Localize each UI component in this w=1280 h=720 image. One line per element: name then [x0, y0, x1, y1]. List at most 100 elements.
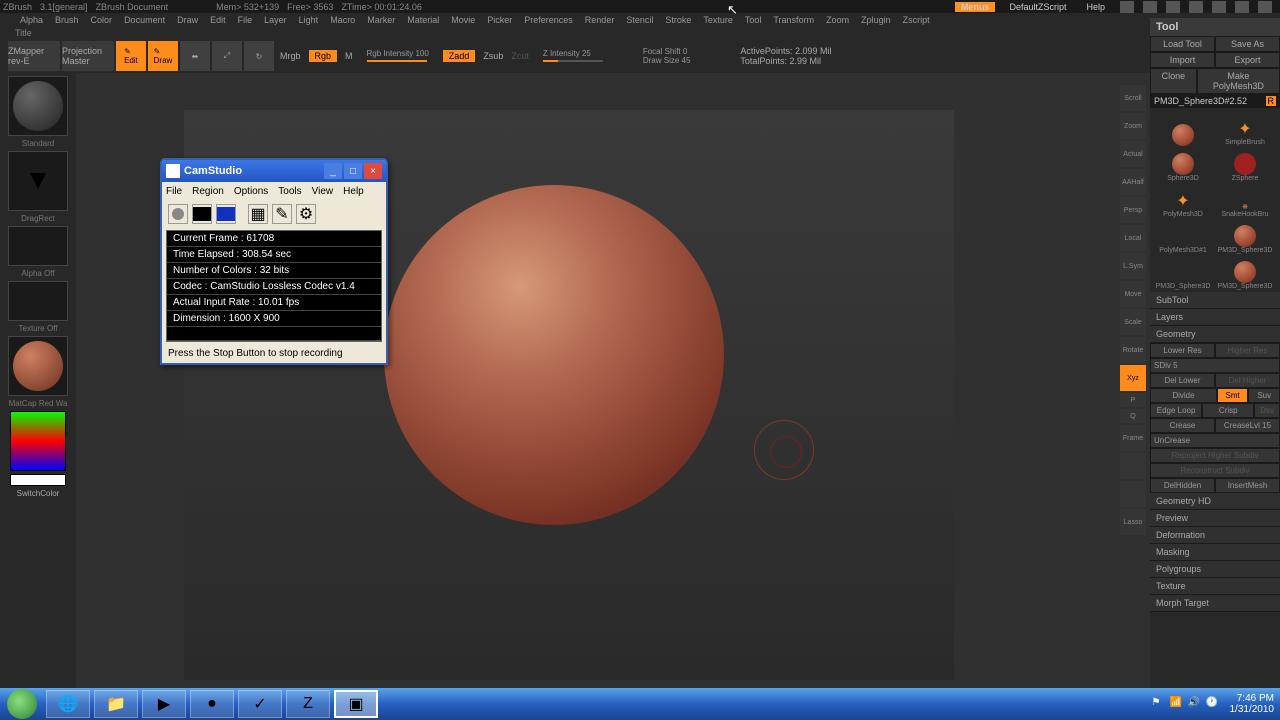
cs-annotation-button[interactable]: ✎ — [272, 204, 292, 224]
camstudio-window[interactable]: CamStudio _ □ × File Region Options Tool… — [160, 158, 388, 365]
task-explorer[interactable]: 📁 — [94, 690, 138, 718]
xyz-button[interactable]: Xyz — [1120, 365, 1146, 391]
cs-stop-button[interactable] — [216, 204, 236, 224]
edge-loop-button[interactable]: Edge Loop — [1150, 403, 1202, 418]
layers-section[interactable]: Layers — [1150, 309, 1280, 326]
masking-section[interactable]: Masking — [1150, 544, 1280, 561]
export-button[interactable]: Export — [1215, 52, 1280, 68]
menu-document[interactable]: Document — [124, 15, 165, 25]
cs-menu-view[interactable]: View — [312, 186, 334, 197]
menu-material[interactable]: Material — [407, 15, 439, 25]
rgb-intensity-slider[interactable] — [367, 60, 427, 62]
tool-polymesh3d[interactable]: ✦PolyMesh3D — [1152, 182, 1214, 218]
menu-movie[interactable]: Movie — [451, 15, 475, 25]
subtool-section[interactable]: SubTool — [1150, 292, 1280, 309]
rgb-intensity-label[interactable]: Rgb Intensity 100 — [367, 49, 429, 58]
texture-section[interactable]: Texture — [1150, 578, 1280, 595]
titlebar-icon-1[interactable] — [1120, 1, 1134, 13]
tool-polymesh3d-1[interactable]: PolyMesh3D#1 — [1152, 218, 1214, 254]
menu-picker[interactable]: Picker — [487, 15, 512, 25]
menu-edit[interactable]: Edit — [210, 15, 226, 25]
sdiv-slider[interactable]: SDiv 5 — [1150, 358, 1280, 373]
make-polymesh-button[interactable]: Make PolyMesh3D — [1197, 68, 1280, 94]
deformation-section[interactable]: Deformation — [1150, 527, 1280, 544]
reproject-button[interactable]: Reproject Higher Subdiv — [1150, 448, 1280, 463]
cs-menu-options[interactable]: Options — [234, 186, 268, 197]
menu-macro[interactable]: Macro — [330, 15, 355, 25]
menu-texture[interactable]: Texture — [703, 15, 733, 25]
tool-sphere3d[interactable]: Sphere3D — [1152, 146, 1214, 182]
camstudio-minimize-button[interactable]: _ — [324, 163, 342, 179]
del-higher-button[interactable]: Del Higher — [1215, 373, 1280, 388]
divide-button[interactable]: Divide — [1150, 388, 1217, 403]
cs-swf-button[interactable]: ⚙ — [296, 204, 316, 224]
menu-render[interactable]: Render — [585, 15, 615, 25]
lsym-button[interactable]: L.Sym — [1120, 253, 1146, 279]
tray-network-icon[interactable]: 📶 — [1170, 697, 1184, 711]
rgb-label[interactable]: Rgb — [309, 50, 338, 62]
menu-zplugin[interactable]: Zplugin — [861, 15, 891, 25]
higher-res-button[interactable]: Higher Res — [1215, 343, 1280, 358]
menu-preferences[interactable]: Preferences — [524, 15, 573, 25]
persp-button[interactable]: Persp — [1120, 197, 1146, 223]
color-picker[interactable] — [10, 411, 66, 471]
tool-snakehook[interactable]: ❋SnakeHookBru — [1214, 182, 1276, 218]
alpha-thumb[interactable] — [8, 226, 68, 266]
actual-button[interactable]: Actual — [1120, 141, 1146, 167]
z-intensity-slider[interactable] — [543, 60, 603, 62]
zadd-label[interactable]: Zadd — [443, 50, 476, 62]
focal-shift-label[interactable]: Focal Shift 0 — [643, 47, 691, 56]
projection-master-button[interactable]: Projection Master — [62, 41, 114, 71]
p-button[interactable]: P — [1120, 393, 1146, 407]
menu-zoom[interactable]: Zoom — [826, 15, 849, 25]
menu-stroke[interactable]: Stroke — [665, 15, 691, 25]
menu-stencil[interactable]: Stencil — [626, 15, 653, 25]
crisp-button[interactable]: Crisp — [1202, 403, 1254, 418]
geometry-hd-section[interactable]: Geometry HD — [1150, 493, 1280, 510]
menu-draw[interactable]: Draw — [177, 15, 198, 25]
tool-zsphere[interactable]: ZSphere — [1214, 146, 1276, 182]
tool-panel-title[interactable]: Tool — [1150, 18, 1280, 36]
scale-button[interactable]: ⤢ — [212, 41, 242, 71]
clone-button[interactable]: Clone — [1150, 68, 1197, 94]
cs-menu-help[interactable]: Help — [343, 186, 364, 197]
tool-simplebrush[interactable]: ✦SimpleBrush — [1214, 110, 1276, 146]
menu-transform[interactable]: Transform — [773, 15, 814, 25]
zcut-label[interactable]: Zcut — [511, 51, 529, 61]
insertmesh-button[interactable]: InsertMesh — [1215, 478, 1280, 493]
mrgb-label[interactable]: Mrgb — [280, 51, 301, 61]
help-button[interactable]: Help — [1080, 2, 1111, 12]
current-tool-name[interactable]: PM3D_Sphere3D#2.52R — [1150, 94, 1280, 108]
menu-zscript[interactable]: Zscript — [903, 15, 930, 25]
brush-thumb[interactable] — [8, 76, 68, 136]
cs-menu-tools[interactable]: Tools — [278, 186, 301, 197]
cs-pause-button[interactable] — [192, 204, 212, 224]
save-as-button[interactable]: Save As — [1215, 36, 1280, 52]
cs-menu-file[interactable]: File — [166, 186, 182, 197]
color-swatch[interactable] — [10, 474, 66, 486]
tool-pm3d-sphere-1[interactable]: PM3D_Sphere3D — [1214, 218, 1276, 254]
morph-target-section[interactable]: Morph Target — [1150, 595, 1280, 612]
zsub-label[interactable]: Zsub — [483, 51, 503, 61]
menu-marker[interactable]: Marker — [367, 15, 395, 25]
zoom-button[interactable]: Zoom — [1120, 113, 1146, 139]
menu-alpha[interactable]: Alpha — [20, 15, 43, 25]
draw-size-label[interactable]: Draw Size 45 — [643, 56, 691, 65]
material-thumb[interactable] — [8, 336, 68, 396]
tool-pm3d-sphere-2[interactable]: PM3D_Sphere3D — [1152, 254, 1214, 290]
aahalf-button[interactable]: AAHalf — [1120, 169, 1146, 195]
start-button[interactable] — [0, 688, 44, 720]
move-button[interactable]: ⬌ — [180, 41, 210, 71]
load-tool-button[interactable]: Load Tool — [1150, 36, 1215, 52]
geometry-section[interactable]: Geometry — [1150, 326, 1280, 343]
unknown-2-button[interactable] — [1120, 481, 1146, 507]
lower-res-button[interactable]: Lower Res — [1150, 343, 1215, 358]
camstudio-maximize-button[interactable]: □ — [344, 163, 362, 179]
tray-clock-icon[interactable]: 🕐 — [1206, 697, 1220, 711]
reconstruct-button[interactable]: Reconstruct Subdiv — [1150, 463, 1280, 478]
menu-tool[interactable]: Tool — [745, 15, 762, 25]
tray-flag-icon[interactable]: ⚑ — [1152, 697, 1166, 711]
rotate-nav-button[interactable]: Rotate — [1120, 337, 1146, 363]
tray-volume-icon[interactable]: 🔊 — [1188, 697, 1202, 711]
edit-button[interactable]: ✎Edit — [116, 41, 146, 71]
